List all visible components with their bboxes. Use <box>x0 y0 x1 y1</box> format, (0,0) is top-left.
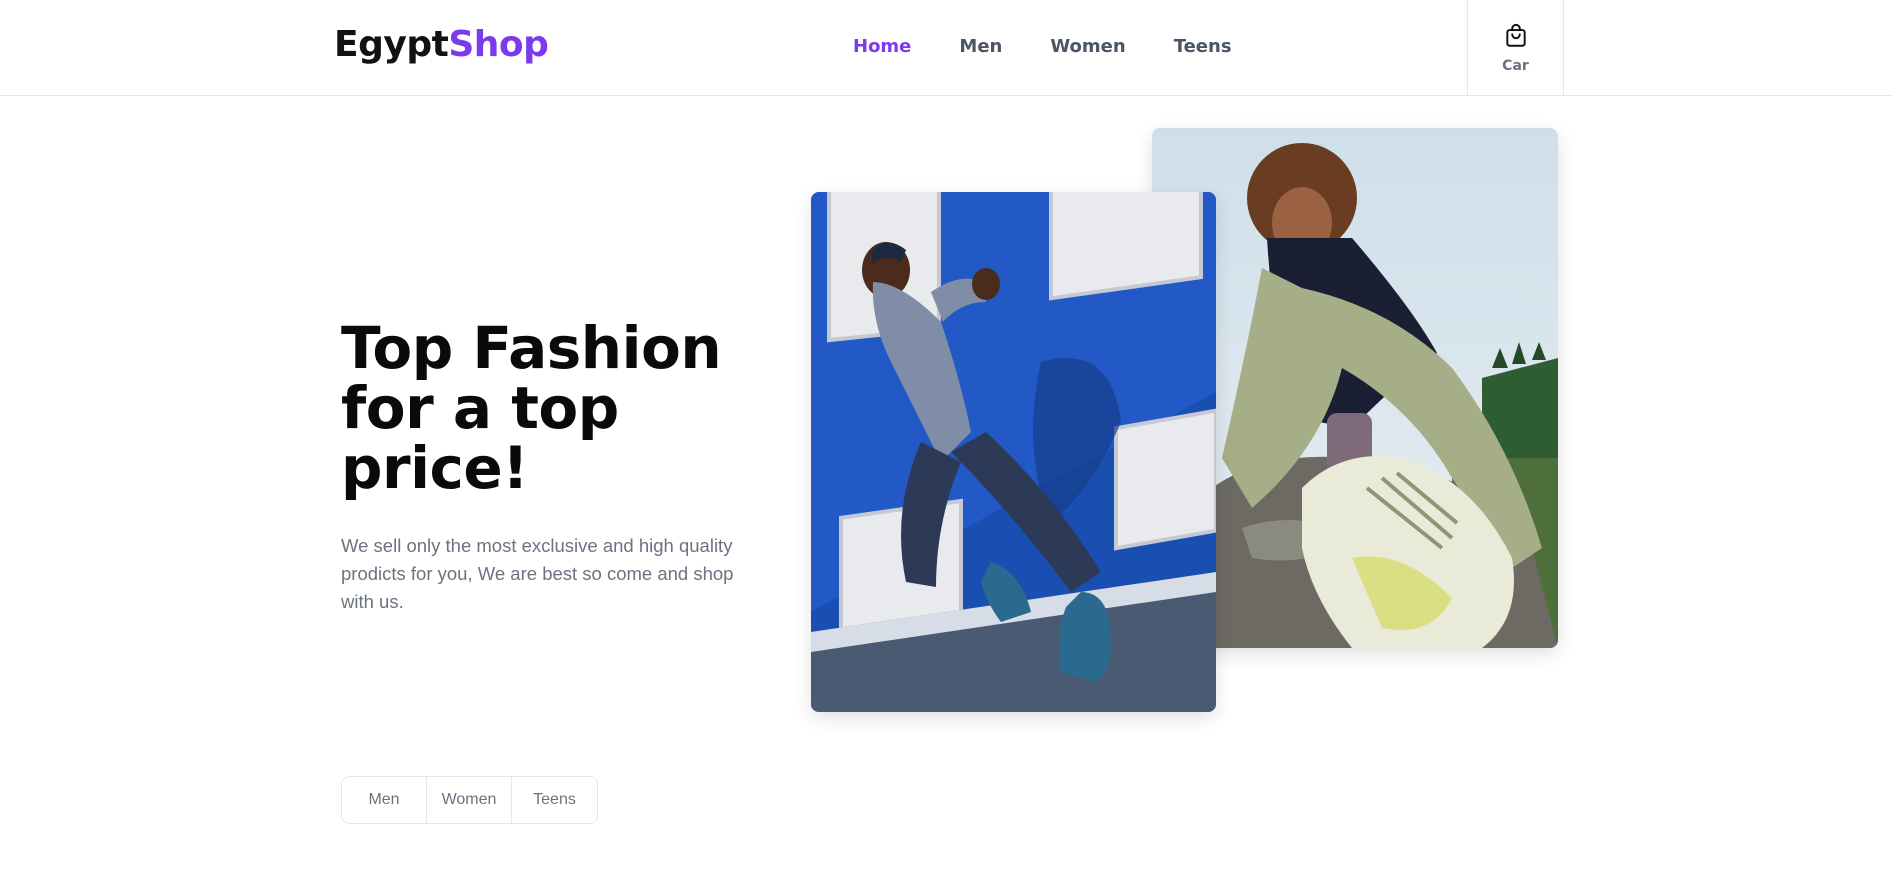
main-nav: Home Men Women Teens <box>853 36 1280 57</box>
cart-label: Car <box>1502 57 1529 74</box>
tab-teens[interactable]: Teens <box>512 777 597 823</box>
logo-text-primary: Egypt <box>334 24 449 65</box>
cart-button[interactable]: Car <box>1467 0 1564 96</box>
nav-link-men[interactable]: Men <box>959 36 1002 57</box>
nav-link-women[interactable]: Women <box>1050 36 1125 57</box>
site-header: EgyptShop Home Men Women Teens Car <box>0 0 1892 96</box>
hero-subtitle: We sell only the most exclusive and high… <box>341 535 734 612</box>
hero-title: Top Fashion for a top price! <box>341 314 722 502</box>
nav-link-teens[interactable]: Teens <box>1174 36 1232 57</box>
runner-photo <box>811 192 1216 712</box>
tab-men[interactable]: Men <box>342 777 427 823</box>
site-logo[interactable]: EgyptShop <box>334 24 549 65</box>
nav-link-home[interactable]: Home <box>853 36 911 57</box>
tab-women[interactable]: Women <box>427 777 512 823</box>
logo-text-accent: Shop <box>448 24 549 65</box>
shopping-bag-icon <box>1503 23 1529 54</box>
category-tabs: Men Women Teens <box>341 776 598 824</box>
